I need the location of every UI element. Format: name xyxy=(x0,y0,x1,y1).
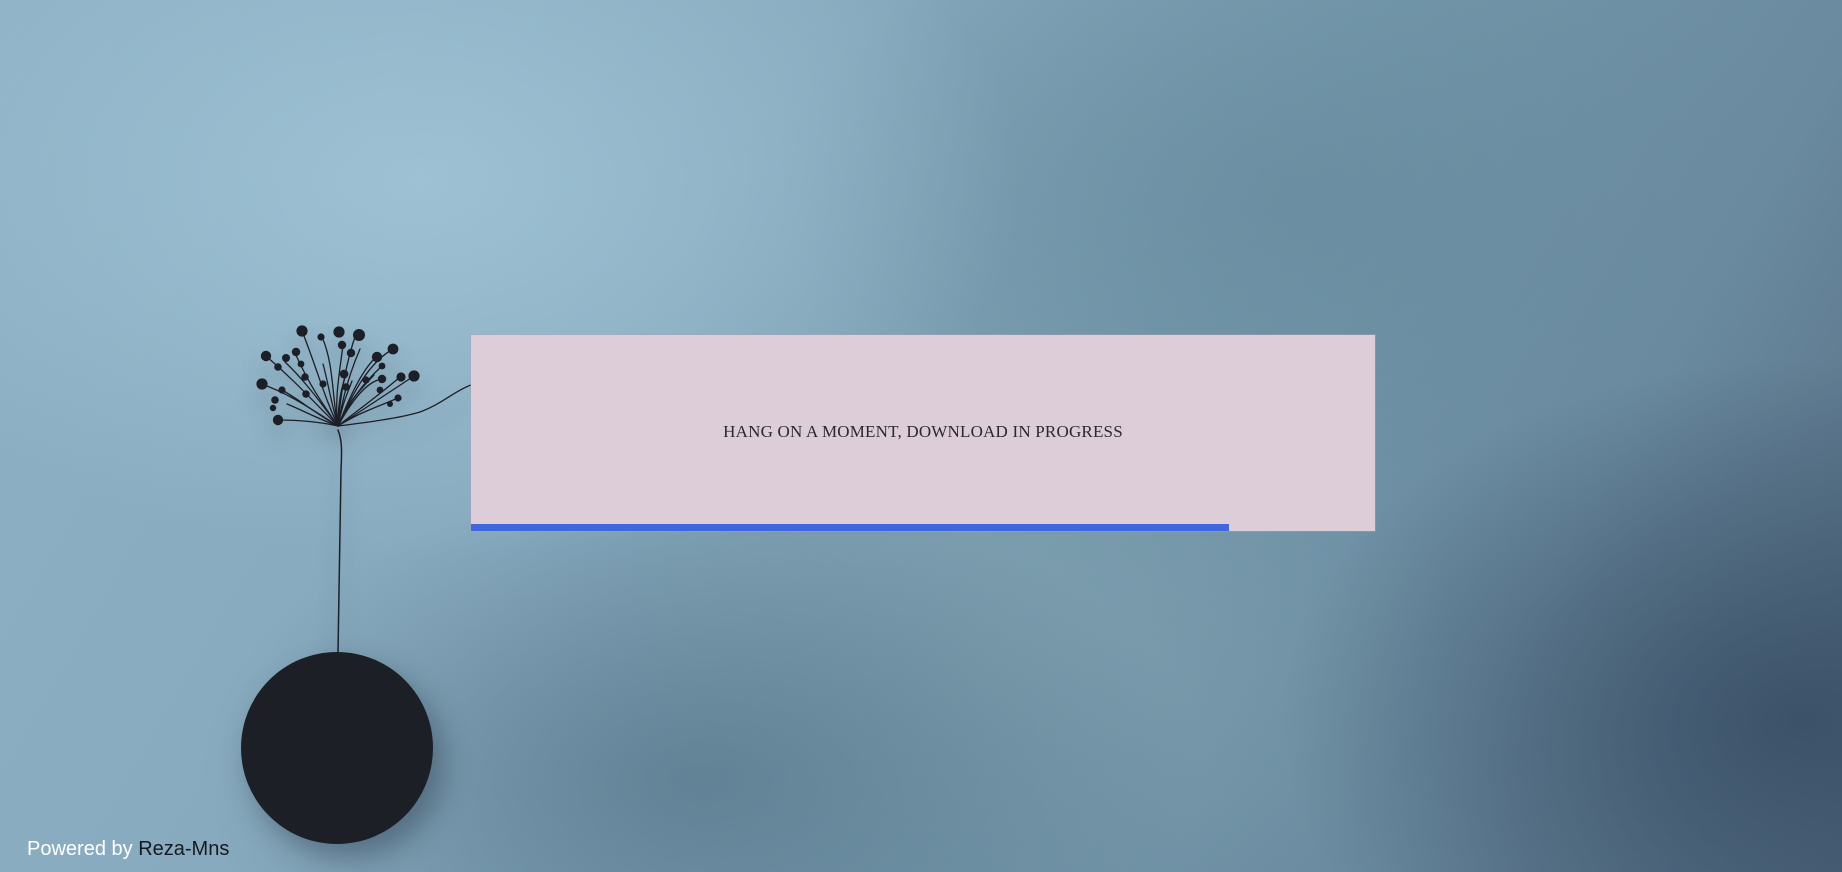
author-link[interactable]: Reza-Mns xyxy=(138,838,229,860)
powered-by-footer: Powered by Reza-Mns xyxy=(27,838,229,861)
plant-canopy xyxy=(256,325,472,653)
plant-pot xyxy=(241,652,433,844)
loading-scene: HANG ON A MOMENT, DOWNLOAD IN PROGRESS P… xyxy=(0,0,1842,872)
download-status-message: HANG ON A MOMENT, DOWNLOAD IN PROGRESS xyxy=(723,422,1123,441)
download-progress-card: HANG ON A MOMENT, DOWNLOAD IN PROGRESS xyxy=(471,335,1375,531)
powered-by-label: Powered by xyxy=(27,838,133,860)
download-progress-fill xyxy=(471,524,1229,531)
download-progress-bar xyxy=(471,524,1375,531)
